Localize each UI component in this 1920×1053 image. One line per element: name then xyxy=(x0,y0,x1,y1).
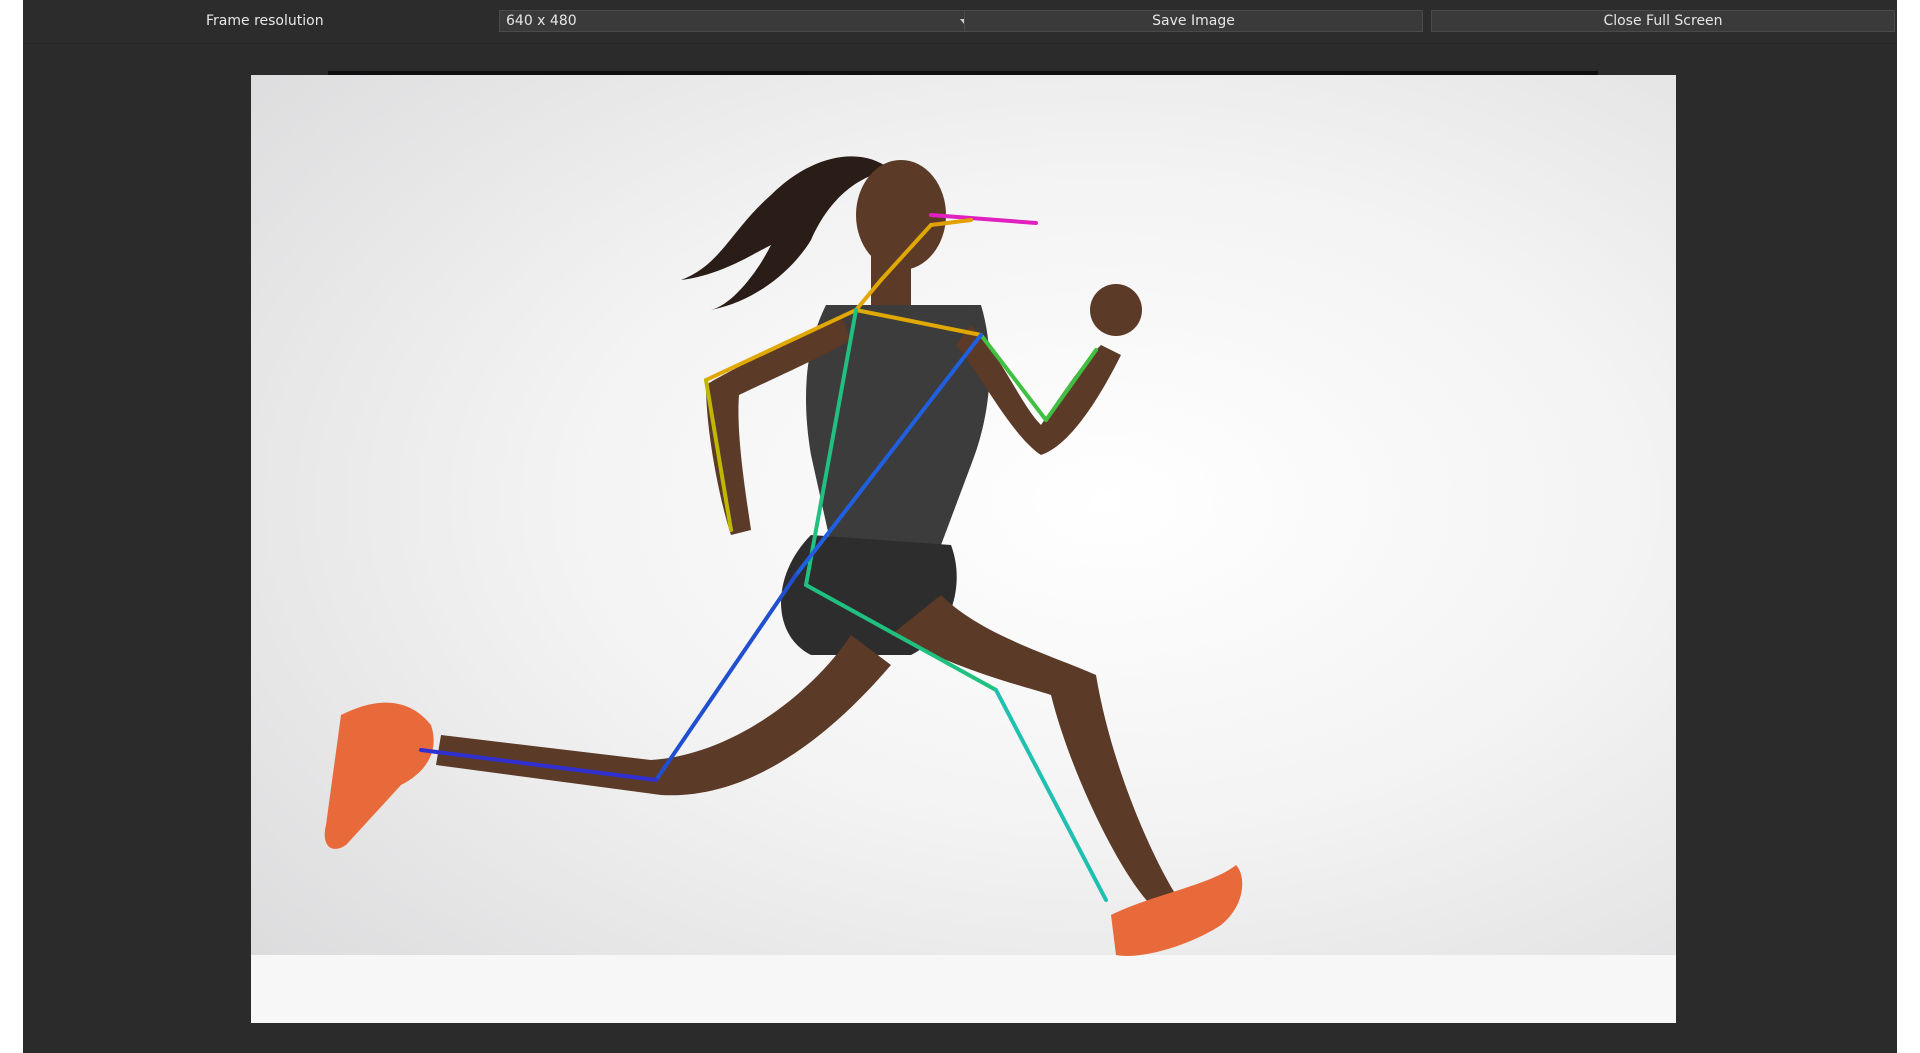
close-full-screen-button[interactable]: Close Full Screen xyxy=(1431,10,1895,32)
toolbar: Frame resolution 640 x 480 Save Image Cl… xyxy=(23,0,1897,44)
neck xyxy=(871,250,911,305)
app-window: Frame resolution 640 x 480 Save Image Cl… xyxy=(23,0,1897,1053)
resolution-select-value: 640 x 480 xyxy=(506,13,577,29)
image-viewer xyxy=(251,75,1676,1023)
pose-image xyxy=(251,156,1676,1023)
front-leg xyxy=(891,595,1176,905)
ground xyxy=(251,955,1676,1023)
pose-skeleton xyxy=(419,213,1108,902)
resolution-select[interactable]: 640 x 480 xyxy=(499,10,977,32)
back-shoe xyxy=(324,702,434,849)
save-image-button[interactable]: Save Image xyxy=(964,10,1423,32)
fist xyxy=(1090,284,1142,336)
frame-resolution-label: Frame resolution xyxy=(206,13,324,29)
